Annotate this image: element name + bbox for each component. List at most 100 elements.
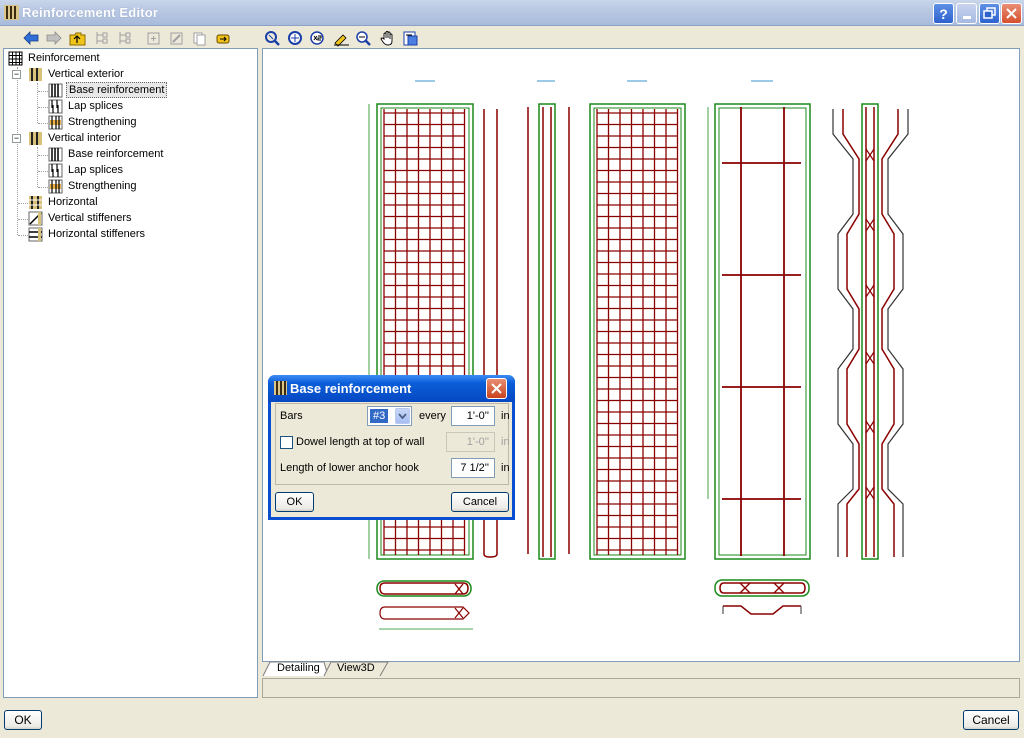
back-button[interactable] (22, 29, 40, 47)
collapse-vertical-exterior[interactable]: − (12, 70, 21, 79)
horizontal-stiffeners-icon (28, 227, 43, 241)
zoom-button[interactable] (354, 29, 372, 47)
horizontal-bars-icon (29, 195, 42, 209)
zoom-all-button[interactable] (286, 29, 304, 47)
dialog-ok-button[interactable]: OK (275, 492, 314, 512)
tree-add-icon (96, 32, 108, 44)
tree-item-label: Horizontal (48, 196, 98, 208)
tree-item-base-reinforcement-interior[interactable]: Base reinforcement (48, 146, 165, 162)
dialog-app-icon (274, 381, 287, 395)
view-toolbar (262, 27, 422, 49)
edit-button[interactable] (167, 29, 185, 47)
tree-item-lap-splices-exterior[interactable]: Lap splices (48, 98, 125, 114)
tree-add-button[interactable] (92, 29, 110, 47)
zoom-half-icon (333, 33, 349, 47)
dropdown-button[interactable] (395, 408, 410, 424)
zoom-icon (355, 30, 371, 46)
dialog-cancel-button[interactable]: Cancel (451, 492, 509, 512)
new-item-button[interactable] (144, 29, 162, 47)
bars-select-value: #3 (370, 409, 389, 423)
lap-splices-icon (48, 163, 63, 177)
zoom-window-button[interactable] (263, 29, 281, 47)
reinforcement-tree: Reinforcement − Vertical exterior Base r… (3, 48, 258, 698)
hook-length-input[interactable]: 7 1/2'' (451, 458, 495, 478)
hook-label: Length of lower anchor hook (280, 462, 419, 474)
bars-label: Bars (280, 410, 303, 422)
new-item-icon (147, 32, 159, 44)
zoom-x2-icon (309, 30, 324, 45)
spacing-input[interactable]: 1'-0'' (451, 406, 495, 426)
export-button[interactable] (214, 29, 232, 47)
plan-section-exterior (376, 580, 473, 630)
restore-button[interactable] (979, 3, 1000, 24)
reinforcement-drawing (368, 80, 909, 630)
tree-remove-icon (119, 32, 131, 44)
vertical-bars-icon (29, 67, 42, 81)
tree-guide-line (17, 67, 18, 235)
tree-item-label: Horizontal stiffeners (48, 228, 146, 240)
detailing-drawing[interactable] (262, 48, 1020, 662)
tree-remove-button[interactable] (115, 29, 133, 47)
pan-button[interactable] (378, 29, 396, 47)
grid-icon (8, 51, 23, 65)
section-zigzag (832, 103, 909, 560)
spacing-unit: in (501, 410, 510, 422)
tree-item-horizontal-stiffeners[interactable]: Horizontal stiffeners (28, 226, 147, 242)
view-tabs: Detailing View3D (262, 661, 1020, 677)
dowel-unit: in (501, 436, 510, 448)
bars-select[interactable]: #3 (367, 406, 412, 426)
tree-item-label: Lap splices (68, 100, 124, 112)
minus-icon: − (13, 133, 20, 143)
dialog-close-button[interactable] (486, 378, 507, 399)
tree-item-reinforcement[interactable]: Reinforcement (8, 50, 102, 66)
dowel-length-input[interactable]: 1'-0'' (446, 432, 495, 452)
zoom-half-button[interactable] (332, 29, 350, 47)
forward-button[interactable] (45, 29, 63, 47)
tree-item-horizontal[interactable]: Horizontal (28, 194, 100, 210)
tab-detailing[interactable]: Detailing (265, 661, 328, 676)
close-icon (1006, 8, 1017, 19)
dialog-fields: Bars #3 every 1'-0'' in Dowel length at … (275, 403, 510, 485)
dowel-checkbox[interactable] (280, 436, 293, 449)
minimize-icon (962, 16, 971, 19)
dialog-title-bar: Base reinforcement (268, 375, 515, 402)
tree-item-base-reinforcement-exterior[interactable]: Base reinforcement (48, 82, 168, 98)
tree-guide-line (37, 83, 38, 123)
zoom-x2-button[interactable] (308, 29, 326, 47)
every-label: every (419, 410, 446, 422)
zoom-window-icon (264, 30, 280, 46)
vertical-bars-icon (29, 131, 42, 145)
minus-icon: − (13, 69, 20, 79)
vertical-stiffeners-icon (28, 211, 43, 225)
tree-item-lap-splices-interior[interactable]: Lap splices (48, 162, 125, 178)
collapse-vertical-interior[interactable]: − (12, 134, 21, 143)
close-button[interactable] (1001, 3, 1022, 24)
tree-toolbar (3, 27, 258, 49)
elevation-stiffeners (707, 103, 811, 560)
ok-button[interactable]: OK (4, 710, 42, 730)
tree-item-vertical-exterior[interactable]: Vertical exterior (28, 66, 126, 82)
section-center (538, 103, 556, 560)
help-button[interactable]: ? (933, 3, 954, 24)
minimize-button[interactable] (956, 3, 977, 24)
edit-icon (170, 32, 182, 44)
tree-item-label: Lap splices (68, 164, 124, 176)
dialog-title: Base reinforcement (290, 381, 412, 396)
tree-item-vertical-interior[interactable]: Vertical interior (28, 130, 123, 146)
view-options-button[interactable] (401, 29, 419, 47)
tab-view3d[interactable]: View3D (325, 661, 383, 676)
app-icon (4, 5, 19, 20)
tree-item-vertical-stiffeners[interactable]: Vertical stiffeners (28, 210, 134, 226)
tree-guide-line (38, 187, 48, 188)
back-arrow-icon (23, 31, 39, 45)
base-reinforcement-icon (48, 147, 63, 161)
tree-item-strengthening-exterior[interactable]: Strengthening (48, 114, 139, 130)
copy-icon (193, 32, 205, 45)
tree-item-label: Vertical stiffeners (48, 212, 132, 224)
elevation-interior (589, 103, 686, 560)
cancel-button[interactable]: Cancel (963, 710, 1019, 730)
folder-up-button[interactable] (68, 29, 86, 47)
tree-guide-line (38, 123, 48, 124)
copy-button[interactable] (190, 29, 208, 47)
tree-item-strengthening-interior[interactable]: Strengthening (48, 178, 139, 194)
